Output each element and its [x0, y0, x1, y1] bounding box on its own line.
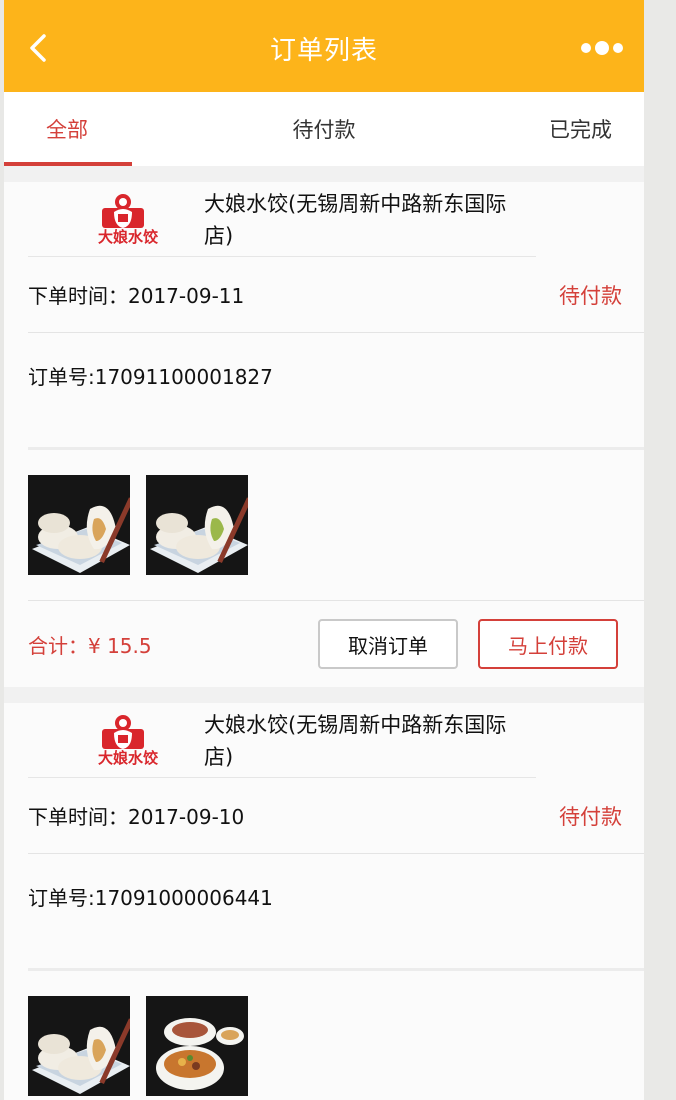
- order-tabs: 全部 待付款 已完成: [4, 92, 644, 166]
- order-time: 下单时间：2017-09-11: [28, 284, 245, 308]
- order-card[interactable]: 大娘水饺 大娘水饺(无锡周新中路新东国际店) 下单时间：2017-09-11 待…: [4, 182, 644, 687]
- logo-text: 大娘水饺: [98, 228, 159, 246]
- logo-text: 大娘水饺: [98, 749, 159, 767]
- shop-row: 大娘水饺 大娘水饺(无锡周新中路新东国际店): [28, 182, 536, 257]
- noodle-soup-image[interactable]: [146, 996, 248, 1096]
- dumplings-image[interactable]: [28, 996, 130, 1096]
- more-dots-icon[interactable]: [580, 40, 624, 56]
- cancel-order-button[interactable]: 取消订单: [318, 619, 458, 669]
- order-time-row: 下单时间：2017-09-10 待付款: [28, 778, 644, 854]
- shop-name[interactable]: 大娘水饺(无锡周新中路新东国际店): [204, 709, 514, 773]
- shop-row: 大娘水饺 大娘水饺(无锡周新中路新东国际店): [28, 703, 536, 778]
- order-list: 大娘水饺 大娘水饺(无锡周新中路新东国际店) 下单时间：2017-09-11 待…: [4, 166, 644, 1100]
- order-actions-row: 合计：¥ 15.5 取消订单 马上付款: [28, 601, 644, 687]
- dumpling-restaurant-logo: 大娘水饺: [98, 194, 159, 246]
- tab-pending-payment[interactable]: 待付款: [132, 92, 516, 166]
- product-thumbnails: [28, 971, 644, 1100]
- order-number: 订单号:17091000006441: [28, 854, 644, 971]
- top-bar: 订单列表: [4, 0, 644, 92]
- dumplings-image[interactable]: [146, 475, 248, 575]
- status-badge: 待付款: [559, 804, 622, 829]
- order-time-row: 下单时间：2017-09-11 待付款: [28, 257, 644, 333]
- pay-now-button[interactable]: 马上付款: [478, 619, 618, 669]
- order-number: 订单号:17091100001827: [28, 333, 644, 450]
- tab-completed[interactable]: 已完成: [516, 92, 644, 166]
- phone-screen: 订单列表 全部 待付款 已完成 大娘水饺 大娘水饺(无锡周新中路新东国际店) 下…: [4, 0, 644, 1100]
- order-time: 下单时间：2017-09-10: [28, 805, 245, 829]
- product-thumbnails: [28, 450, 644, 601]
- order-card[interactable]: 大娘水饺 大娘水饺(无锡周新中路新东国际店) 下单时间：2017-09-10 待…: [4, 703, 644, 1100]
- action-buttons: 取消订单 马上付款: [318, 619, 618, 669]
- shop-name[interactable]: 大娘水饺(无锡周新中路新东国际店): [204, 188, 514, 252]
- dumpling-restaurant-logo: 大娘水饺: [98, 715, 159, 767]
- tab-all[interactable]: 全部: [4, 92, 132, 166]
- page-title: 订单列表: [269, 36, 378, 66]
- status-badge: 待付款: [559, 283, 622, 308]
- background-strip: [644, 0, 676, 1100]
- dumplings-image[interactable]: [28, 475, 130, 575]
- order-total: 合计：¥ 15.5: [28, 633, 152, 658]
